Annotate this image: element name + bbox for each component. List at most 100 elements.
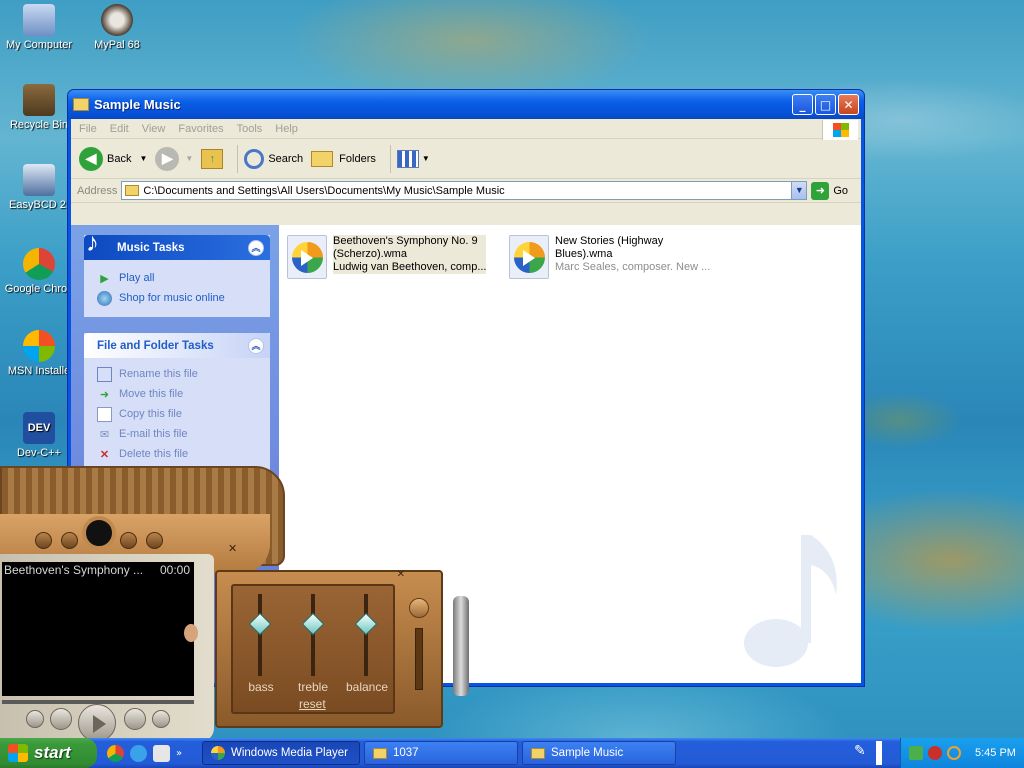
maximize-button[interactable]: □ — [815, 94, 836, 115]
player-button-2[interactable] — [61, 532, 78, 549]
player-button-1[interactable] — [35, 532, 52, 549]
eq-close-icon[interactable]: ✕ — [397, 569, 405, 580]
eq-toggle-button[interactable] — [409, 598, 429, 618]
desktop-quicklaunch-icon[interactable] — [153, 744, 170, 762]
task-play-all[interactable]: ▶ Play all — [84, 268, 270, 288]
menu-help[interactable]: Help — [275, 123, 298, 135]
rename-icon — [97, 366, 112, 382]
computer-icon — [23, 4, 55, 36]
menu-tools[interactable]: Tools — [237, 123, 263, 135]
toolbar-separator — [389, 144, 391, 173]
file-folder-tasks-header[interactable]: File and Folder Tasks ︽ — [84, 333, 270, 358]
treble-slider-knob[interactable] — [301, 612, 325, 636]
prev-button[interactable] — [26, 710, 44, 728]
system-tray: 5:45 PM — [900, 738, 1024, 768]
play-button[interactable] — [78, 704, 116, 742]
media-player-skin: ✕ Beethoven's Symphony ... 00:00 ✕ bass … — [0, 466, 472, 742]
folder-icon — [73, 98, 89, 111]
taskbar-button-media-player[interactable]: Windows Media Player — [202, 741, 360, 765]
stop-button[interactable] — [50, 708, 72, 730]
easybcd-icon — [23, 164, 55, 196]
desktop-icon-my-computer[interactable]: My Computer — [0, 4, 78, 51]
file-folder-tasks-panel: File and Folder Tasks ︽ Rename this file… — [84, 333, 270, 473]
pause-button[interactable] — [124, 708, 146, 730]
music-tasks-header[interactable]: ♪ Music Tasks ︽ — [84, 227, 270, 260]
equalizer-sliders: bass treble balance reset — [231, 584, 395, 714]
chrome-quicklaunch-icon[interactable] — [107, 744, 124, 762]
go-button[interactable]: ➜ Go — [811, 181, 848, 200]
forward-dropdown-icon: ▼ — [185, 154, 194, 163]
network-icon[interactable] — [909, 746, 923, 760]
seashell-icon[interactable] — [184, 624, 198, 642]
quicklaunch-more-icon[interactable]: » — [176, 748, 182, 759]
bass-slider-knob[interactable] — [248, 612, 272, 636]
menu-favorites[interactable]: Favorites — [178, 123, 223, 135]
wma-file-icon — [287, 235, 327, 279]
clock[interactable]: 5:45 PM — [975, 747, 1016, 759]
folder-icon — [531, 747, 545, 759]
delete-icon: ✕ — [99, 448, 110, 461]
toolbar-separator — [237, 144, 239, 173]
windows-logo-icon — [822, 120, 858, 140]
dev-cpp-icon: DEV — [23, 412, 55, 444]
back-dropdown-icon[interactable]: ▼ — [139, 154, 147, 163]
volume-slider[interactable] — [415, 628, 423, 690]
eq-reset-link[interactable]: reset — [299, 697, 326, 711]
video-screen — [2, 578, 194, 696]
ie-quicklaunch-icon[interactable] — [130, 744, 147, 762]
views-dropdown-icon: ▼ — [421, 154, 430, 163]
player-button-3[interactable] — [120, 532, 137, 549]
taskbar-button-1037[interactable]: 1037 — [364, 741, 518, 765]
pen-icon[interactable]: ✎ — [854, 743, 874, 763]
next-button[interactable] — [152, 710, 170, 728]
media-player-icon — [211, 746, 225, 760]
equalizer-panel: ✕ bass treble balance reset — [215, 569, 469, 728]
taskbar-button-sample-music[interactable]: Sample Music — [522, 741, 676, 765]
balance-slider-knob[interactable] — [354, 612, 378, 636]
play-icon — [93, 715, 106, 733]
security-icon[interactable] — [928, 746, 942, 760]
recycle-bin-icon — [23, 84, 55, 116]
desktop-icon-mypal[interactable]: MyPal 68 — [78, 4, 156, 51]
search-icon — [244, 148, 265, 169]
close-button[interactable]: ✕ — [838, 94, 859, 115]
title-bar[interactable]: Sample Music _ □ ✕ — [68, 90, 864, 119]
search-button[interactable]: Search — [244, 148, 303, 169]
back-button[interactable]: ◀ Back ▼ — [79, 146, 147, 171]
task-delete-file[interactable]: ✕ Delete this file — [84, 444, 270, 464]
menu-bar: File Edit View Favorites Tools Help — [71, 119, 861, 140]
address-dropdown-icon[interactable]: ▼ — [791, 182, 807, 199]
player-close-icon[interactable]: ✕ — [228, 542, 237, 555]
task-rename-file[interactable]: Rename this file — [84, 364, 270, 384]
player-button-4[interactable] — [146, 532, 163, 549]
toolbar: ◀ Back ▼ ▶ ▼ ↑ Search Folders ▼ — [71, 139, 861, 179]
menu-view[interactable]: View — [142, 123, 166, 135]
task-move-file[interactable]: ➜ Move this file — [84, 384, 270, 404]
minimize-button[interactable]: _ — [792, 94, 813, 115]
file-item[interactable]: New Stories (Highway Blues).wma Marc Sea… — [509, 235, 710, 279]
folders-button[interactable]: Folders — [311, 150, 376, 167]
menu-file[interactable]: File — [79, 123, 97, 135]
language-bar-icon[interactable] — [876, 741, 882, 765]
start-button[interactable]: start — [0, 738, 97, 768]
move-icon: ➜ — [99, 388, 110, 401]
views-button[interactable]: ▼ — [396, 149, 430, 168]
task-email-file[interactable]: ✉ E-mail this file — [84, 424, 270, 444]
task-shop-online[interactable]: Shop for music online — [84, 288, 270, 308]
music-note-icon: ♪ — [86, 227, 99, 257]
collapse-chevron-icon[interactable]: ︽ — [248, 337, 264, 354]
copy-icon — [97, 406, 112, 422]
menu-edit[interactable]: Edit — [110, 123, 129, 135]
chrome-icon — [23, 248, 55, 280]
forward-button[interactable]: ▶ ▼ — [155, 146, 194, 171]
file-item[interactable]: Beethoven's Symphony No. 9 (Scherzo).wma… — [287, 235, 487, 279]
up-folder-button[interactable]: ↑ — [201, 148, 224, 169]
taskbar: start » Windows Media Player 1037 Sample… — [0, 738, 1024, 768]
window-title: Sample Music — [94, 97, 181, 112]
collapse-chevron-icon[interactable]: ︽ — [248, 239, 264, 256]
task-copy-file[interactable]: Copy this file — [84, 404, 270, 424]
address-input[interactable]: C:\Documents and Settings\All Users\Docu… — [121, 181, 808, 200]
email-icon: ✉ — [99, 428, 110, 441]
folder-icon — [373, 747, 387, 759]
search-tray-icon[interactable] — [947, 746, 961, 760]
